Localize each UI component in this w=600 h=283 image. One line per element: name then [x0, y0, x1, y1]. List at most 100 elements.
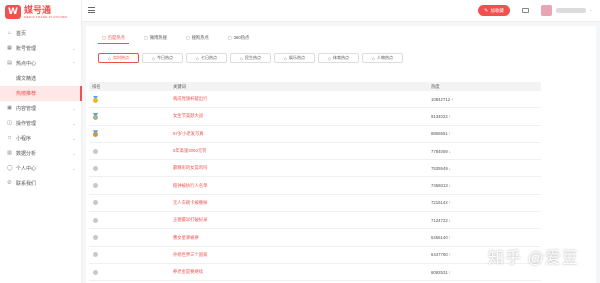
- source-tab[interactable]: ◻ 360热点: [224, 32, 254, 44]
- arrow-down-icon: ↓: [448, 183, 451, 189]
- heat-value: 9134022↑: [431, 114, 451, 119]
- sidebar-item[interactable]: ▣ 内容管理 ⌄: [0, 101, 82, 116]
- category-tab[interactable]: ◇ 民生热点: [230, 53, 271, 63]
- arrow-up-icon: ↑: [451, 96, 454, 102]
- sidebar-item[interactable]: ✆ 联系我们: [0, 176, 82, 191]
- sidebar-item-icon: ▤: [7, 60, 12, 66]
- category-tab-label: 实时热点: [113, 55, 130, 60]
- category-tab-label: 人物热点: [377, 55, 394, 60]
- arrow-up-icon: ↑: [448, 200, 451, 206]
- heat-value: 10842712↑: [431, 97, 453, 102]
- sidebar-item-icon: ▦: [7, 45, 12, 51]
- keyword-link[interactable]: 孙杨世界三个国家: [173, 252, 207, 258]
- heat-number: 7216142: [431, 200, 448, 206]
- menu-toggle-icon[interactable]: [88, 7, 95, 13]
- hot-list-table: 排名 关键词 热度 两成党旗杆疑出行 10842712↑ 女生节美颜大战 913402…: [89, 82, 541, 282]
- logo[interactable]: W 媒号通 MEDIA TRADE PLATFORM: [5, 3, 67, 21]
- tag-icon: ◇: [239, 55, 244, 61]
- category-tab-label: 娱乐热点: [289, 55, 306, 60]
- app-title: 媒号通: [24, 4, 52, 15]
- tag-icon: ◇: [371, 55, 376, 61]
- sidebar-item-label: 账号管理: [16, 46, 37, 52]
- sidebar-item-icon: ◯: [7, 165, 13, 171]
- tag-icon: ◇: [283, 55, 288, 61]
- tag-icon: ◇: [327, 55, 332, 61]
- sidebar-item[interactable]: 爆文精选: [0, 71, 82, 86]
- arrow-down-icon: ↓: [448, 217, 451, 223]
- sidebar-item-icon: ▣: [7, 105, 12, 111]
- source-tab[interactable]: ◻ 微博热搜: [140, 32, 171, 44]
- sidebar-item-icon: □: [7, 135, 12, 141]
- heat-number: 6456140: [431, 235, 448, 241]
- sidebar-item[interactable]: 热榜推荐: [0, 86, 82, 101]
- table-row: 女生节美颜大战 9134022↑: [89, 108, 541, 126]
- sidebar-item[interactable]: ▤ 热点中心 ⌃: [0, 56, 82, 71]
- tab-label: 百度热点: [107, 34, 125, 40]
- sidebar-item-label: 热点中心: [16, 61, 37, 67]
- category-tab[interactable]: ◇ 实时热点: [98, 53, 139, 63]
- sidebar-item-label: 首页: [16, 31, 27, 37]
- category-tab-label: 体育热点: [333, 55, 350, 60]
- sidebar-item[interactable]: ⌂ 首页: [0, 26, 82, 41]
- chevron-icon: ⌄: [72, 166, 76, 171]
- source-tab[interactable]: ◻ 百度热点: [98, 32, 129, 44]
- heat-value: 7784059↓: [431, 149, 451, 154]
- table-row: 两成党旗杆疑出行 10842712↑: [89, 91, 541, 109]
- logo-text: 媒号通 MEDIA TRADE PLATFORM: [24, 4, 67, 19]
- keyword-link[interactable]: 87岁小老发写真: [173, 131, 204, 137]
- logo-mark: W: [5, 5, 21, 19]
- keyword-link[interactable]: 最精彩的女篮鸡吗: [173, 165, 207, 171]
- category-tab[interactable]: ◇ 娱乐热点: [274, 53, 315, 63]
- keyword-link[interactable]: 无人车刷卡被撤掉: [173, 200, 207, 206]
- category-tab[interactable]: ◇ 今日热点: [142, 53, 183, 63]
- keyword-link[interactable]: 5年高速3000元罚: [173, 148, 206, 154]
- header-keyword: 关键词: [173, 83, 186, 89]
- medal-icon: [92, 95, 99, 103]
- category-tabs: ◇ 实时热点 ◇ 今日热点 ◇ 七日热点 ◇ 民生热点 ◇ 娱乐热点 ◇ 体育热点 ◇ 人物热点: [98, 53, 406, 63]
- category-tab[interactable]: ◇ 体育热点: [318, 53, 359, 63]
- sidebar-item-icon: ✆: [7, 180, 12, 186]
- sidebar-item[interactable]: ▦ 账号管理 ⌄: [0, 41, 82, 56]
- heat-number: 7124722: [431, 217, 448, 223]
- add-favorite-button[interactable]: ✎ 加收藏: [478, 5, 510, 16]
- sidebar-item[interactable]: ◫ 操作管理 ⌄: [0, 116, 82, 131]
- sidebar-item[interactable]: □ 小程序 ⌄: [0, 131, 82, 146]
- tag-icon: ◇: [107, 55, 112, 61]
- keyword-link[interactable]: 养老金是要继续: [173, 269, 203, 275]
- heat-number: 6447760: [431, 252, 448, 258]
- heat-number: 7784059: [431, 148, 448, 154]
- username-blurred[interactable]: [556, 8, 586, 13]
- keyword-link[interactable]: 曹女星驿被拼: [173, 235, 199, 241]
- category-tab[interactable]: ◇ 七日热点: [186, 53, 227, 63]
- sidebar-item[interactable]: ▥ 数据分析 ⌄: [0, 146, 82, 161]
- sidebar-item-label: 个人中心: [16, 166, 37, 172]
- category-tab[interactable]: ◇ 人物热点: [362, 53, 403, 63]
- chevron-down-icon[interactable]: ⌄: [589, 7, 592, 12]
- keyword-link[interactable]: 王德最早打破纪录: [173, 217, 207, 223]
- table-row: 5年高速3000元罚 7784059↓: [89, 143, 541, 161]
- sidebar-item[interactable]: ◯ 个人中心 ⌄: [0, 161, 82, 176]
- arrow-up-icon: ↑: [448, 252, 451, 258]
- tab-label: 360热点: [233, 35, 250, 40]
- keyword-link[interactable]: 赔钟被执行人名单: [173, 183, 207, 189]
- chevron-icon: ⌄: [72, 136, 76, 141]
- medal-icon: [92, 112, 99, 120]
- chevron-icon: ⌄: [72, 151, 76, 156]
- arrow-down-icon: ↓: [448, 165, 451, 171]
- tab-icon: ◻: [227, 35, 232, 40]
- heat-value: 7216142↑: [431, 200, 451, 205]
- keyword-link[interactable]: 女生节美颜大战: [173, 113, 203, 119]
- avatar[interactable]: [541, 5, 552, 16]
- source-tab[interactable]: ◻ 搜狗热点: [182, 32, 213, 44]
- heat-number: 7535549: [431, 165, 448, 171]
- heat-value: 6092531↑: [431, 270, 451, 275]
- rank-dot-icon: [93, 183, 98, 189]
- header-rank: 排名: [92, 83, 101, 89]
- add-favorite-label: 加收藏: [490, 7, 504, 13]
- sidebar-nav: ⌂ 首页 ▦ 账号管理 ⌄ ▤ 热点中心 ⌃ 爆文精选 热榜推荐 ▣ 内容管理 ⌄ ◫ 操作管理 ⌄ □ 小程序 ⌄…: [0, 26, 82, 191]
- sidebar: W 媒号通 MEDIA TRADE PLATFORM ⌂ 首页 ▦ 账号管理 ⌄ ▤ 热点中…: [0, 0, 82, 283]
- rank-dot-icon: [93, 269, 98, 275]
- keyword-link[interactable]: 两成党旗杆疑出行: [173, 96, 207, 102]
- message-icon[interactable]: [522, 8, 529, 13]
- arrow-up-icon: ↑: [448, 131, 451, 137]
